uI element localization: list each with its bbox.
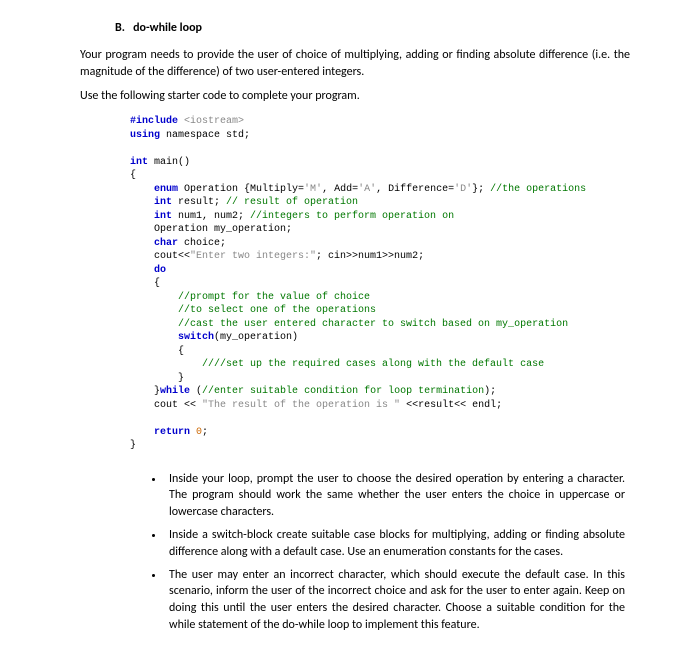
code-token: , Add= [322, 184, 358, 195]
code-token: std; [226, 130, 250, 141]
code-token: #include [130, 116, 178, 127]
code-token: char [130, 238, 178, 249]
code-token: namespace [160, 130, 226, 141]
code-token: (my_operation) [214, 332, 298, 343]
code-token: int [130, 197, 172, 208]
code-token: int [130, 211, 172, 222]
code-token: num1, num2; [172, 211, 250, 222]
code-token: "Enter two integers:" [190, 251, 316, 262]
code-token: choice; [178, 238, 226, 249]
code-token: //to select one of the operations [130, 305, 376, 316]
code-token: do [130, 265, 166, 276]
code-token: { [130, 346, 184, 357]
list-item: Inside a switch-block create suitable ca… [165, 527, 625, 561]
list-item: Inside your loop, prompt the user to cho… [165, 471, 625, 521]
code-token: { [130, 170, 136, 181]
code-token: , Difference= [376, 184, 454, 195]
list-item: The user may enter an incorrect characte… [165, 567, 625, 634]
instruction-list: Inside your loop, prompt the user to cho… [165, 471, 630, 634]
code-token: Operation my_operation; [130, 224, 292, 235]
code-token: } [130, 373, 184, 384]
code-token: ////set up the required cases along with… [130, 359, 544, 370]
code-token: <<result<< endl; [400, 400, 502, 411]
code-token: Operation {Multiply= [178, 184, 304, 195]
code-token: //integers to perform operation on [250, 211, 454, 222]
code-token: return [130, 427, 190, 438]
code-token: <iostream> [178, 116, 244, 127]
section-heading: B. do-while loop [115, 20, 630, 37]
code-token: //cast the user entered character to swi… [130, 319, 568, 330]
code-token: "The result of the operation is " [202, 400, 400, 411]
code-token: switch [130, 332, 214, 343]
code-token: cout<< [130, 251, 190, 262]
code-token: } [130, 386, 160, 397]
code-token: using [130, 130, 160, 141]
code-token: enum [130, 184, 178, 195]
code-token: } [130, 440, 136, 451]
code-token: cout << [130, 400, 202, 411]
code-token: int [130, 157, 148, 168]
code-token: main() [148, 157, 190, 168]
code-token: 'M' [304, 184, 322, 195]
code-token: while [160, 386, 190, 397]
code-token: // result of operation [226, 197, 358, 208]
code-token: ); [484, 386, 496, 397]
code-token: result; [172, 197, 226, 208]
code-block: #include <iostream> using namespace std;… [130, 115, 630, 453]
code-token: 'D' [454, 184, 472, 195]
code-token: //enter suitable condition for loop term… [202, 386, 484, 397]
code-token: ; cin>>num1>>num2; [316, 251, 424, 262]
code-token: //prompt for the value of choice [130, 292, 370, 303]
code-token: ; [202, 427, 208, 438]
code-token: 'A' [358, 184, 376, 195]
code-token: ( [190, 386, 202, 397]
intro-paragraph-1: Your program needs to provide the user o… [80, 47, 630, 81]
code-token: }; [472, 184, 490, 195]
code-token: //the operations [490, 184, 586, 195]
intro-paragraph-2: Use the following starter code to comple… [80, 88, 630, 105]
code-token: { [130, 278, 160, 289]
